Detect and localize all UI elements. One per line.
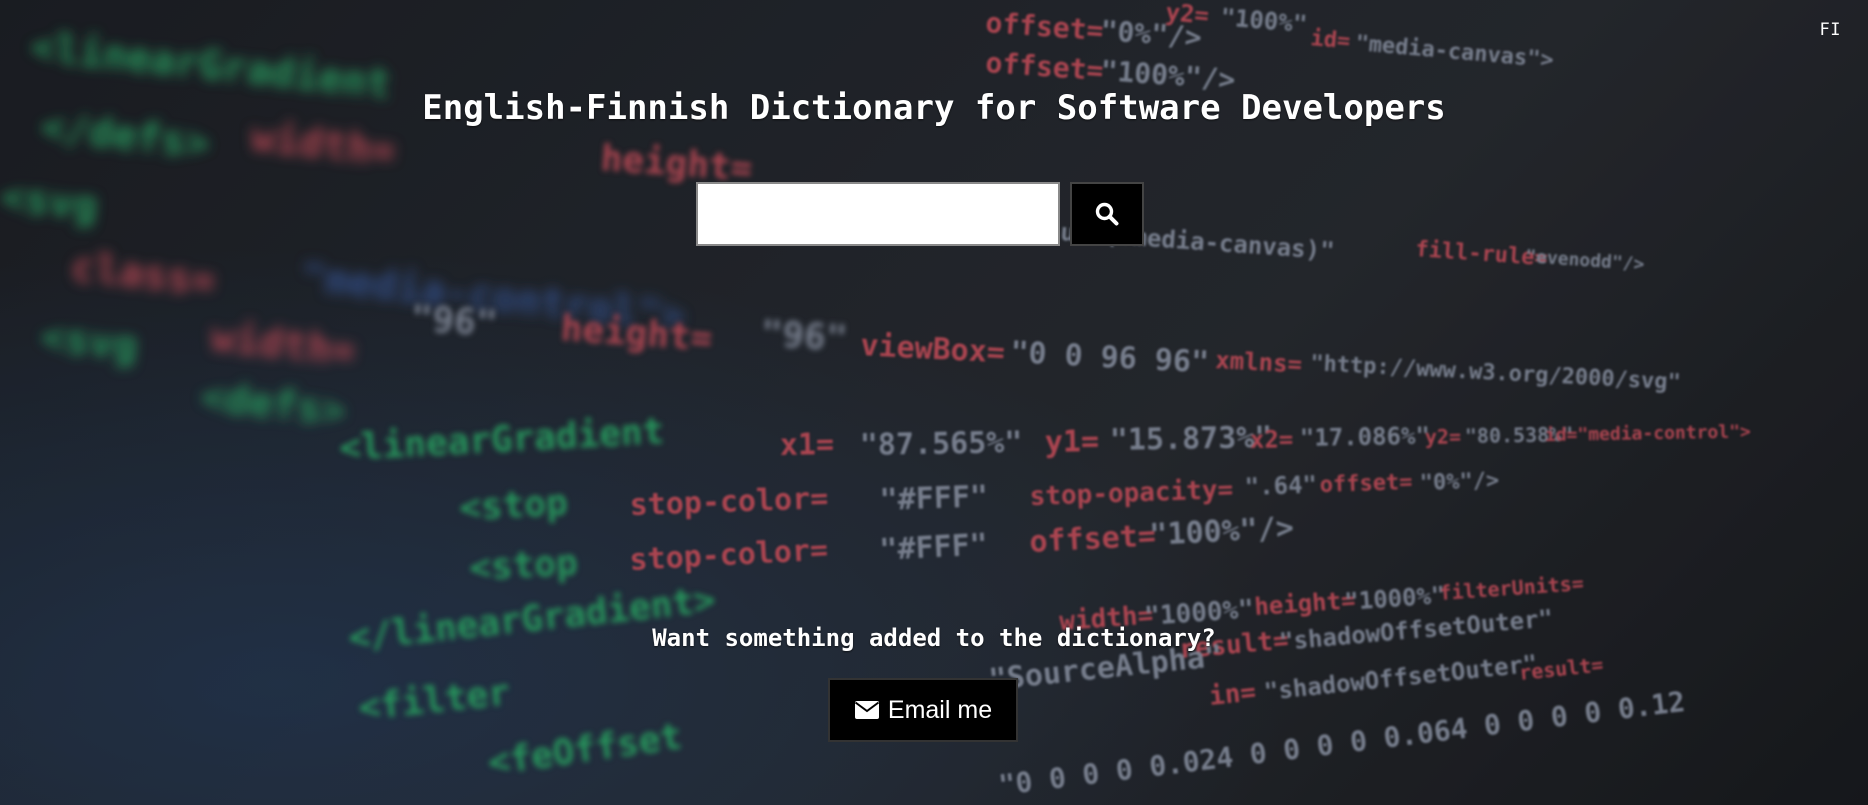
language-switch-link[interactable]: FI	[1820, 20, 1841, 40]
search-icon	[1094, 201, 1120, 227]
email-me-button[interactable]: Email me	[828, 678, 1018, 742]
add-request-prompt: Want something added to the dictionary?	[652, 624, 1216, 652]
search-input[interactable]	[696, 182, 1060, 246]
page-title: English-Finnish Dictionary for Software …	[422, 88, 1446, 128]
search-button[interactable]	[1070, 182, 1144, 246]
envelope-icon	[854, 700, 880, 720]
email-me-label: Email me	[887, 695, 993, 724]
search-form	[696, 182, 1144, 246]
